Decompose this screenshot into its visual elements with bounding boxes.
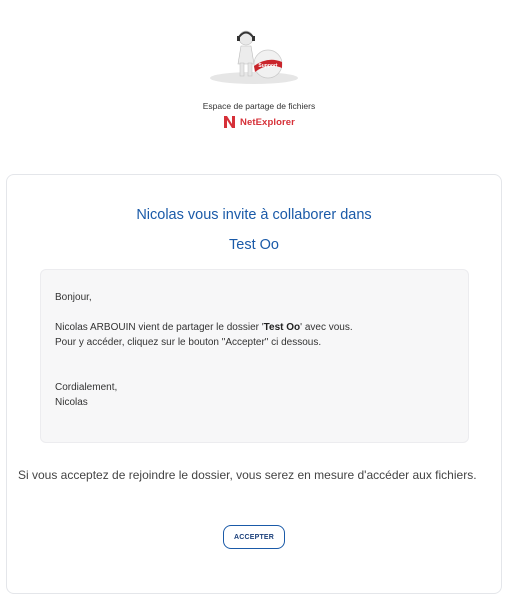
brand-name: NetExplorer	[240, 116, 295, 128]
invite-title: Nicolas vous invite à collaborer dans	[136, 207, 372, 223]
message-greeting: Bonjour,	[55, 292, 92, 303]
support-badge-text: Support	[258, 63, 277, 69]
message-signature: Nicolas	[55, 397, 88, 408]
message-folder-name: Test Oo	[263, 322, 301, 333]
accept-info-text: Si vous acceptez de rejoindre le dossier…	[18, 468, 477, 482]
message-share-line: Nicolas ARBOUIN vient de partager le dos…	[55, 322, 353, 333]
message-instruction-line: Pour y accéder, cliquez sur le bouton "A…	[55, 337, 322, 348]
portal-subtitle: Espace de partage de fichiers	[202, 101, 316, 111]
message-box: Bonjour, Nicolas ARBOUIN vient de partag…	[40, 269, 469, 443]
folder-title: Test Oo	[229, 237, 279, 253]
brand-logo: NetExplorer	[0, 115, 518, 129]
support-logo-icon: Support	[208, 26, 300, 84]
netexplorer-logo-icon	[224, 116, 236, 128]
accept-button[interactable]: ACCEPTER	[223, 525, 285, 549]
message-signoff: Cordialement,	[55, 382, 118, 393]
invitation-card: Nicolas vous invite à collaborer dans Te…	[6, 174, 502, 594]
